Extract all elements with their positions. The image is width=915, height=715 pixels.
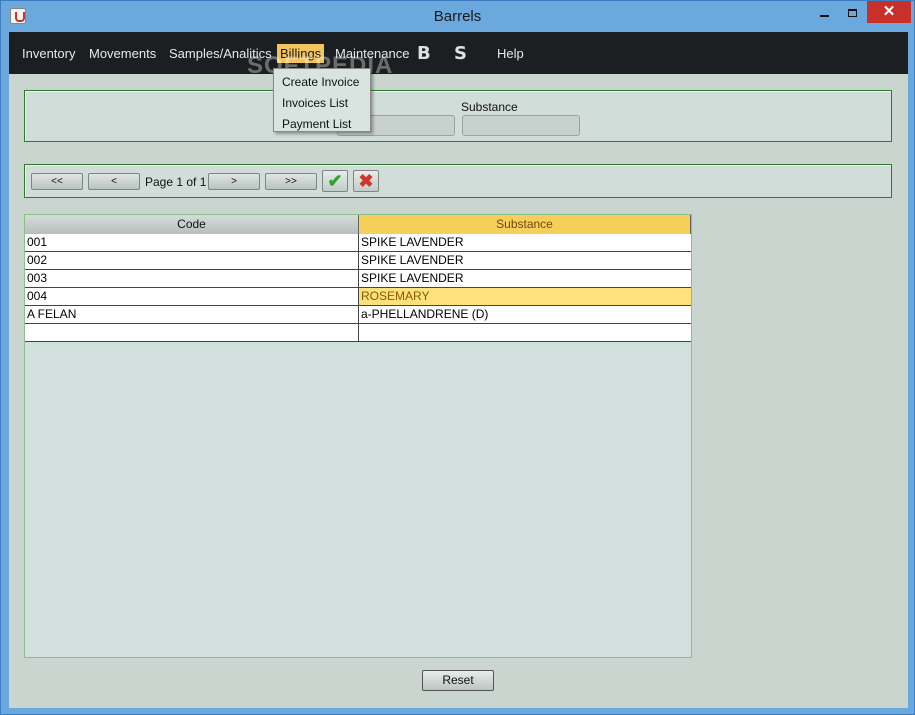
menu-movements[interactable]: Movements — [89, 46, 156, 61]
cancel-button[interactable]: ✖ — [353, 170, 379, 192]
close-button[interactable]: ✕ — [867, 1, 911, 23]
substance-filter-field[interactable] — [462, 115, 580, 136]
menu-invoices-list[interactable]: Invoices List — [282, 96, 348, 110]
cell-substance[interactable] — [359, 324, 691, 341]
cell-substance[interactable]: a-PHELLANDRENE (D) — [359, 306, 691, 323]
column-header-substance[interactable]: Substance — [359, 215, 691, 234]
substance-filter-label: Substance — [461, 100, 518, 114]
first-page-button[interactable]: << — [31, 173, 83, 190]
filter-panel: Substance — [24, 90, 892, 142]
cell-code[interactable]: A FELAN — [25, 306, 359, 323]
menu-bar: Inventory Movements Samples/Analitics Bi… — [9, 32, 908, 79]
x-icon: ✖ — [358, 171, 374, 191]
cell-code[interactable]: 003 — [25, 270, 359, 287]
s-icon[interactable]: S — [454, 43, 467, 64]
maximize-icon — [847, 8, 857, 17]
cell-substance-selected[interactable]: ROSEMARY — [359, 288, 691, 305]
cell-code[interactable] — [25, 324, 359, 341]
cell-substance[interactable]: SPIKE LAVENDER — [359, 252, 691, 269]
cell-code[interactable]: 001 — [25, 234, 359, 251]
table-body: 001 SPIKE LAVENDER 002 SPIKE LAVENDER 00… — [25, 234, 691, 342]
client-area: Inventory Movements Samples/Analitics Bi… — [9, 32, 908, 708]
cell-substance[interactable]: SPIKE LAVENDER — [359, 270, 691, 287]
menu-create-invoice[interactable]: Create Invoice — [282, 75, 359, 89]
minimize-icon — [819, 14, 829, 17]
next-page-button[interactable]: > — [208, 173, 260, 190]
title-bar[interactable]: Barrels ✕ — [1, 1, 914, 32]
pager-panel: << < Page 1 of 1 > >> ✔ ✖ — [24, 164, 892, 198]
menu-payment-list[interactable]: Payment List — [282, 117, 351, 131]
menu-help[interactable]: Help — [497, 46, 524, 61]
page-indicator: Page 1 of 1 — [145, 175, 207, 189]
table-row[interactable]: 001 SPIKE LAVENDER — [25, 234, 691, 252]
reset-button[interactable]: Reset — [422, 670, 494, 691]
table-row[interactable]: A FELAN a-PHELLANDRENE (D) — [25, 306, 691, 324]
table-row-empty[interactable] — [25, 324, 691, 342]
minimize-button[interactable] — [809, 1, 839, 23]
cell-code[interactable]: 002 — [25, 252, 359, 269]
close-icon: ✕ — [882, 3, 896, 20]
table-row[interactable]: 002 SPIKE LAVENDER — [25, 252, 691, 270]
b-icon[interactable]: B — [417, 43, 431, 64]
cell-code[interactable]: 004 — [25, 288, 359, 305]
window-title: Barrels — [433, 8, 482, 25]
app-window: Barrels ✕ Inventory Movements Samples/An… — [0, 0, 915, 715]
cell-substance[interactable]: SPIKE LAVENDER — [359, 234, 691, 251]
table-header: Code Substance — [25, 215, 691, 234]
prev-page-button[interactable]: < — [88, 173, 140, 190]
column-header-code[interactable]: Code — [25, 215, 359, 234]
menu-inventory[interactable]: Inventory — [22, 46, 75, 61]
table-row[interactable]: 003 SPIKE LAVENDER — [25, 270, 691, 288]
results-table: Code Substance 001 SPIKE LAVENDER 002 SP… — [24, 214, 692, 658]
last-page-button[interactable]: >> — [265, 173, 317, 190]
table-row-selected[interactable]: 004 ROSEMARY — [25, 288, 691, 306]
checkmark-icon: ✔ — [327, 171, 343, 191]
maximize-button[interactable] — [837, 1, 867, 23]
confirm-button[interactable]: ✔ — [322, 170, 348, 192]
billings-dropdown: Create Invoice Invoices List Payment Lis… — [273, 68, 371, 132]
